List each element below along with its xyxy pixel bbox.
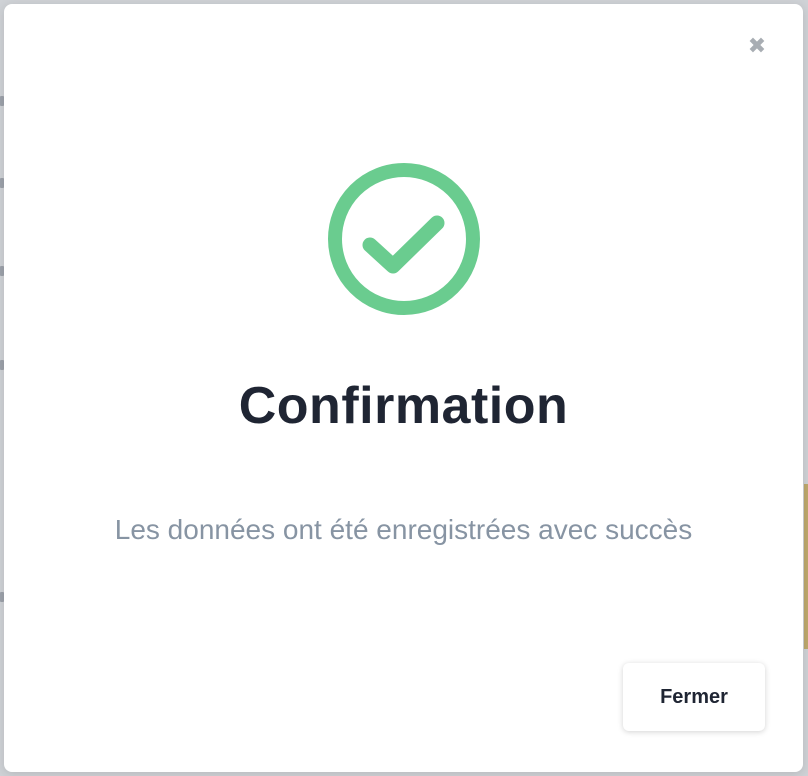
success-checkmark [362, 215, 445, 274]
success-check-icon [326, 161, 482, 317]
close-button[interactable]: ✖ [745, 34, 769, 59]
close-icon: ✖ [747, 34, 767, 59]
background-edge-strip [804, 484, 808, 649]
confirmation-modal: ✖ Confirmation Les données ont été enreg… [4, 4, 803, 772]
close-action-button[interactable]: Fermer [623, 663, 765, 731]
success-circle [328, 163, 480, 315]
modal-message: Les données ont été enregistrées avec su… [114, 514, 693, 545]
modal-title: Confirmation [238, 377, 569, 435]
success-check-graphic [328, 163, 480, 315]
